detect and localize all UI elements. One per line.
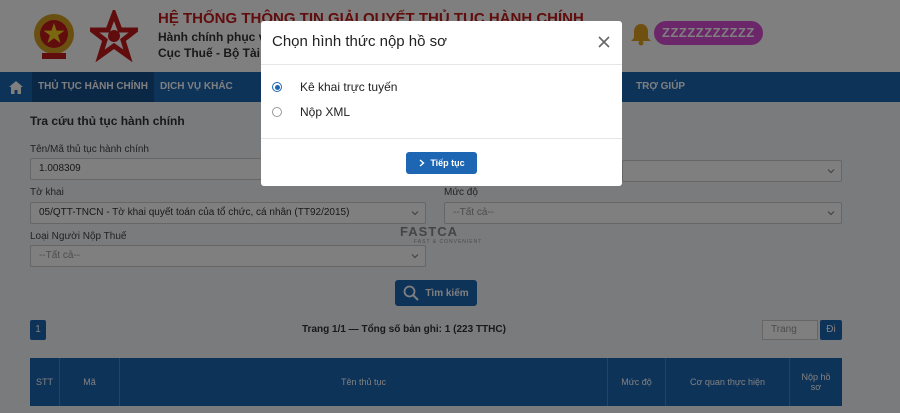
arrow-right-icon: [419, 159, 425, 167]
continue-button[interactable]: Tiếp tục: [406, 152, 477, 174]
continue-button-label: Tiếp tục: [430, 158, 465, 168]
close-icon[interactable]: [597, 35, 611, 49]
dialog-divider: [261, 138, 622, 139]
option-submit-xml[interactable]: Nộp XML: [272, 105, 350, 119]
dialog-title: Chọn hình thức nộp hồ sơ: [272, 33, 447, 50]
radio-button[interactable]: [272, 82, 282, 92]
option-label: Kê khai trực tuyến: [300, 80, 398, 94]
radio-button[interactable]: [272, 107, 282, 117]
dialog-divider: [261, 64, 622, 65]
option-label: Nộp XML: [300, 105, 351, 119]
submission-method-dialog: Chọn hình thức nộp hồ sơ Kê khai trực tu…: [261, 21, 622, 186]
option-online-declaration[interactable]: Kê khai trực tuyến: [272, 80, 397, 94]
